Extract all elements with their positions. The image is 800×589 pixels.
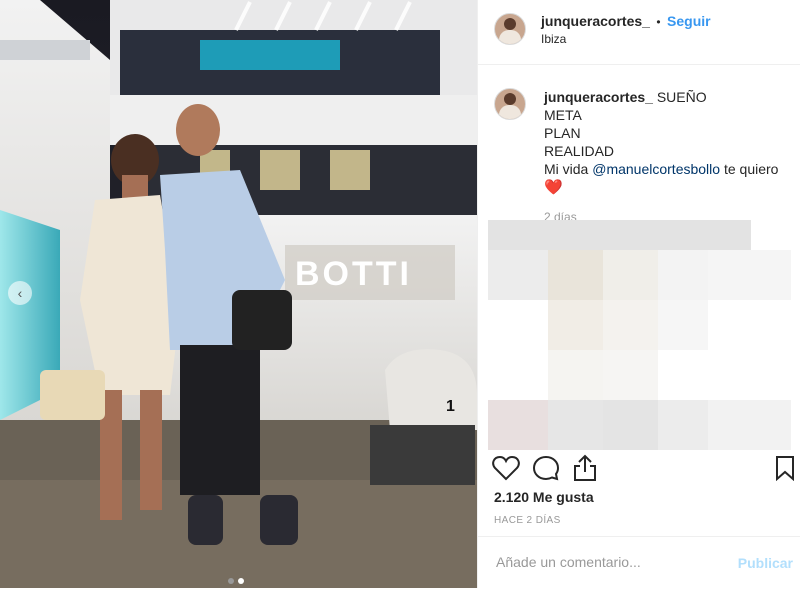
avatar[interactable]: [494, 13, 526, 45]
bollard-number: 1: [446, 398, 455, 415]
comment-input[interactable]: [494, 553, 728, 571]
follow-button[interactable]: Seguir: [667, 13, 711, 29]
post-header: junqueracortes_ • Seguir Ibiza: [478, 0, 800, 65]
comment-icon[interactable]: [532, 455, 560, 481]
bookmark-icon[interactable]: [775, 455, 795, 481]
post-time: HACE 2 DÍAS: [494, 515, 561, 526]
header-meta: junqueracortes_ • Seguir: [541, 13, 711, 31]
photo-canvas: BOTTI 1: [0, 0, 477, 588]
separator-dot: •: [656, 15, 661, 29]
caption-text: te quiero: [720, 161, 779, 177]
post-side-panel: junqueracortes_ • Seguir Ibiza junquerac…: [477, 0, 800, 588]
location-link[interactable]: Ibiza: [541, 32, 566, 46]
caption-line: REALIDAD: [544, 143, 615, 159]
share-icon[interactable]: [572, 454, 598, 482]
caption: junqueracortes_ SUEÑO META PLAN REALIDAD…: [544, 88, 794, 197]
caption-line: META: [544, 107, 582, 123]
boat-name: BOTTI: [295, 255, 412, 293]
heart-outline-icon[interactable]: [492, 455, 520, 481]
caption-line: SUEÑO: [656, 89, 707, 105]
likes-count[interactable]: 2.120 Me gusta: [494, 489, 594, 505]
carousel-dots: [226, 571, 246, 588]
carousel-dot: [228, 578, 234, 584]
carousel-prev-button[interactable]: ‹: [8, 281, 32, 305]
action-bar: [478, 450, 800, 490]
caption-avatar[interactable]: [494, 88, 526, 120]
caption-username[interactable]: junqueracortes_: [544, 89, 653, 105]
post-photo[interactable]: BOTTI 1 ‹: [0, 0, 477, 588]
caption-line: PLAN: [544, 125, 581, 141]
caption-text: Mi vida: [544, 161, 593, 177]
heart-emoji: ❤️: [544, 179, 563, 196]
comment-box: Publicar: [478, 536, 800, 589]
mention-link[interactable]: @manuelcortesbollo: [592, 161, 720, 177]
publish-button[interactable]: Publicar: [738, 555, 793, 571]
blurred-comments: [488, 220, 791, 460]
header-username[interactable]: junqueracortes_: [541, 13, 650, 29]
carousel-dot-active: [238, 578, 244, 584]
